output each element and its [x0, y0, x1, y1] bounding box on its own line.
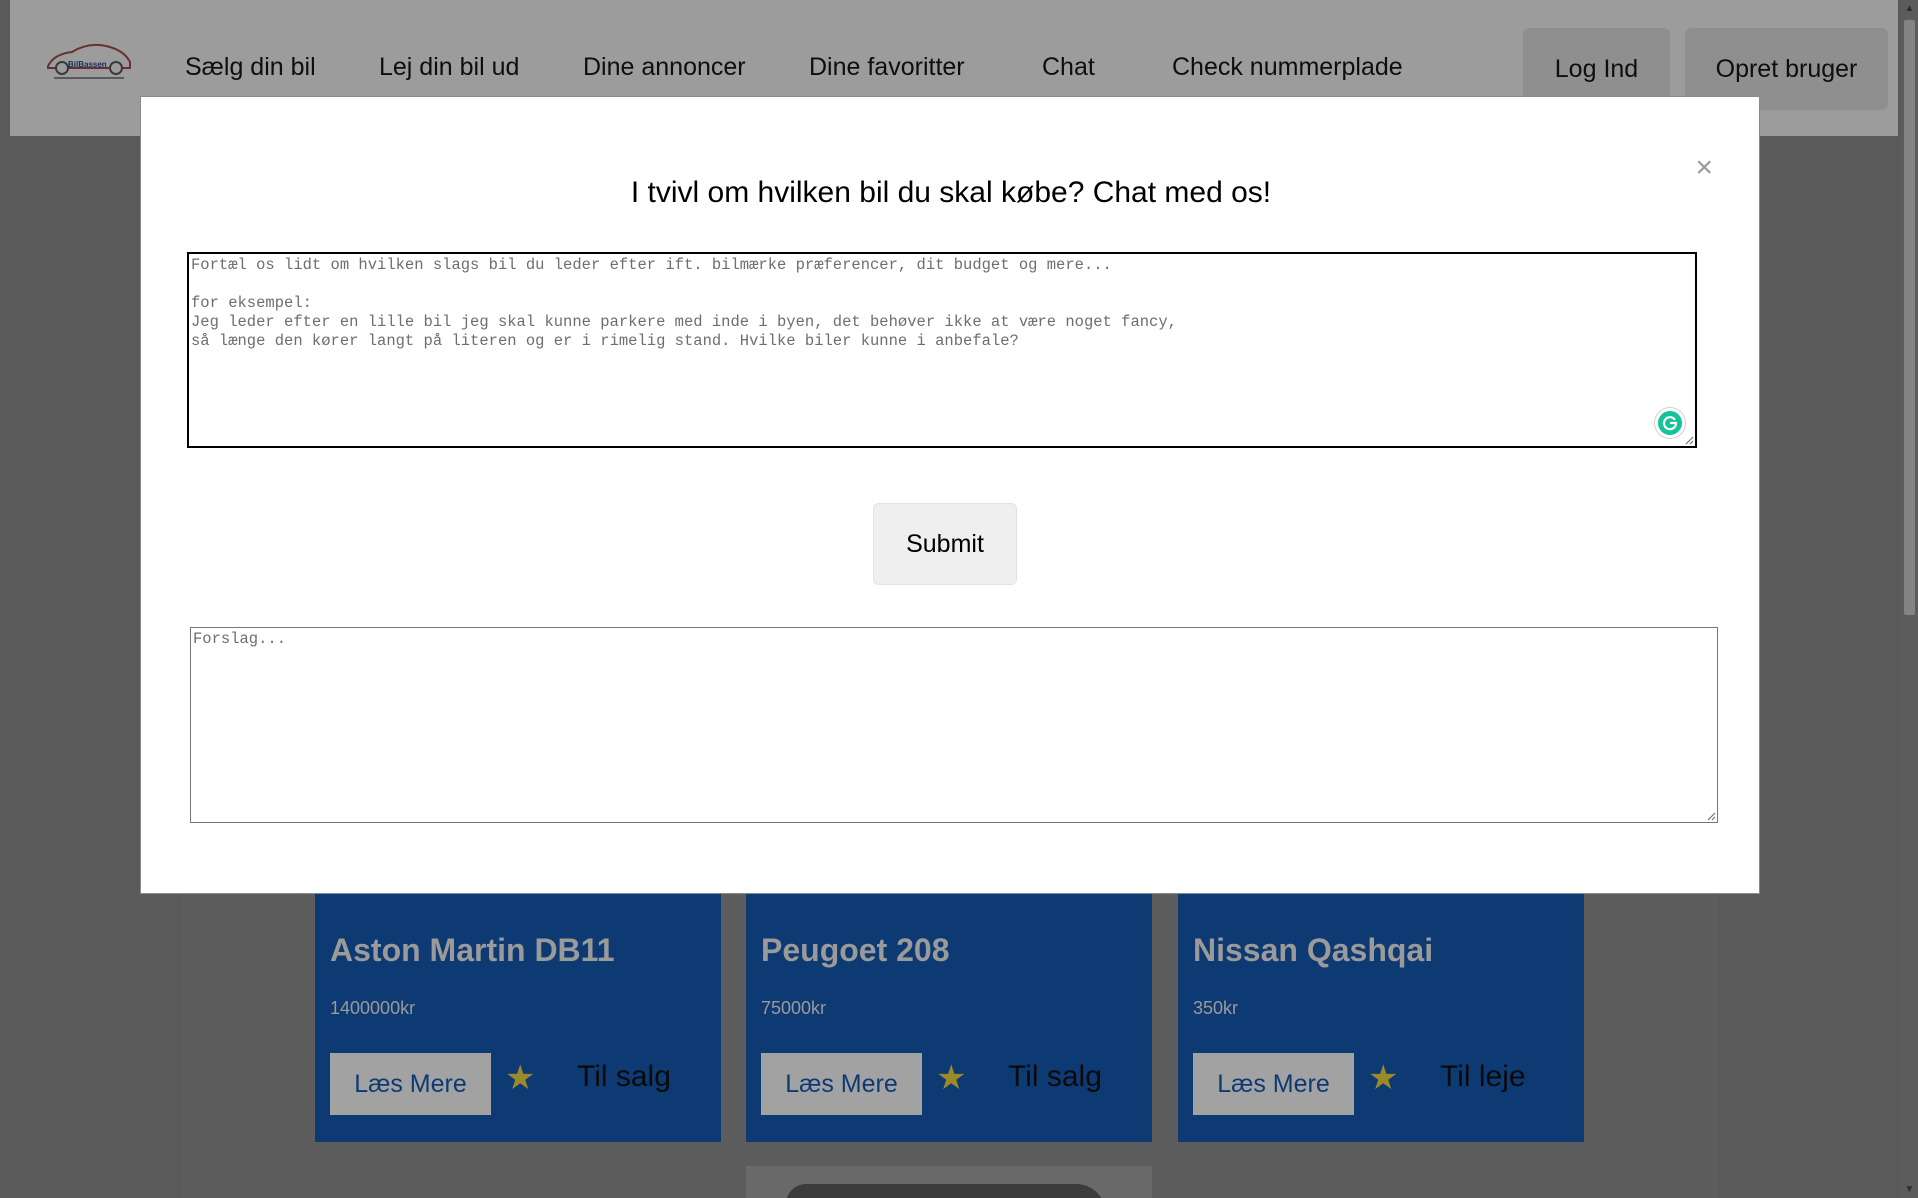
listing-price: 1400000kr	[330, 998, 416, 1018]
suggestions-textarea[interactable]	[191, 628, 1717, 822]
resize-grip-icon[interactable]	[1684, 435, 1694, 445]
listing-title: Nissan Qashqai	[1193, 932, 1434, 968]
scroll-thumb[interactable]	[1904, 20, 1915, 615]
read-more-button[interactable]: Læs Mere	[330, 1053, 491, 1115]
nav-my-listings[interactable]: Dine annoncer	[583, 50, 746, 84]
submit-button[interactable]: Submit	[873, 503, 1017, 585]
listing-status: Til salg	[577, 1060, 671, 1093]
nav-check-plate[interactable]: Check nummerplade	[1172, 50, 1403, 84]
logo-text: BilBassen	[68, 60, 107, 69]
grammarly-icon[interactable]	[1655, 408, 1685, 438]
nav-sell-car[interactable]: Sælg din bil	[185, 50, 316, 84]
scroll-down-arrow-icon[interactable]: ▼	[1901, 1181, 1918, 1198]
page: BilBassen Sælg din bil Lej din bil ud Di…	[0, 0, 1918, 1198]
site-logo[interactable]: BilBassen	[40, 38, 136, 88]
listing-card: Aston Martin DB11 1400000kr Læs Mere ★ T…	[315, 880, 721, 1142]
read-more-button[interactable]: Læs Mere	[761, 1053, 922, 1115]
modal-title: I tvivl om hvilken bil du skal købe? Cha…	[630, 176, 1272, 209]
scroll-up-arrow-icon[interactable]: ▲	[1901, 0, 1918, 17]
listing-status: Til salg	[1008, 1060, 1102, 1093]
nav-rent-car[interactable]: Lej din bil ud	[379, 50, 519, 84]
resize-grip-icon[interactable]	[1706, 811, 1716, 821]
suggestions-field-wrapper	[190, 627, 1718, 823]
page-scrollbar[interactable]: ▲ ▼	[1901, 0, 1918, 1198]
query-textarea[interactable]	[189, 254, 1695, 446]
query-field-wrapper	[187, 252, 1697, 448]
listing-card: Peugoet 208 75000kr Læs Mere ★ Til salg	[746, 880, 1152, 1142]
car-image	[786, 1184, 1106, 1198]
nav-chat[interactable]: Chat	[1042, 50, 1095, 84]
listing-title: Peugoet 208	[761, 932, 950, 968]
star-icon[interactable]: ★	[1368, 1058, 1398, 1098]
listing-status: Til leje	[1440, 1060, 1526, 1093]
listing-thumbnail[interactable]	[746, 1166, 1152, 1198]
chat-modal: × I tvivl om hvilken bil du skal købe? C…	[140, 96, 1760, 894]
read-more-button[interactable]: Læs Mere	[1193, 1053, 1354, 1115]
listing-price: 350kr	[1193, 998, 1239, 1018]
star-icon[interactable]: ★	[936, 1058, 966, 1098]
listing-card: Nissan Qashqai 350kr Læs Mere ★ Til leje	[1178, 880, 1584, 1142]
star-icon[interactable]: ★	[505, 1058, 535, 1098]
nav-favorites[interactable]: Dine favoritter	[809, 50, 965, 84]
listing-price: 75000kr	[761, 998, 827, 1018]
listing-title: Aston Martin DB11	[330, 932, 615, 968]
